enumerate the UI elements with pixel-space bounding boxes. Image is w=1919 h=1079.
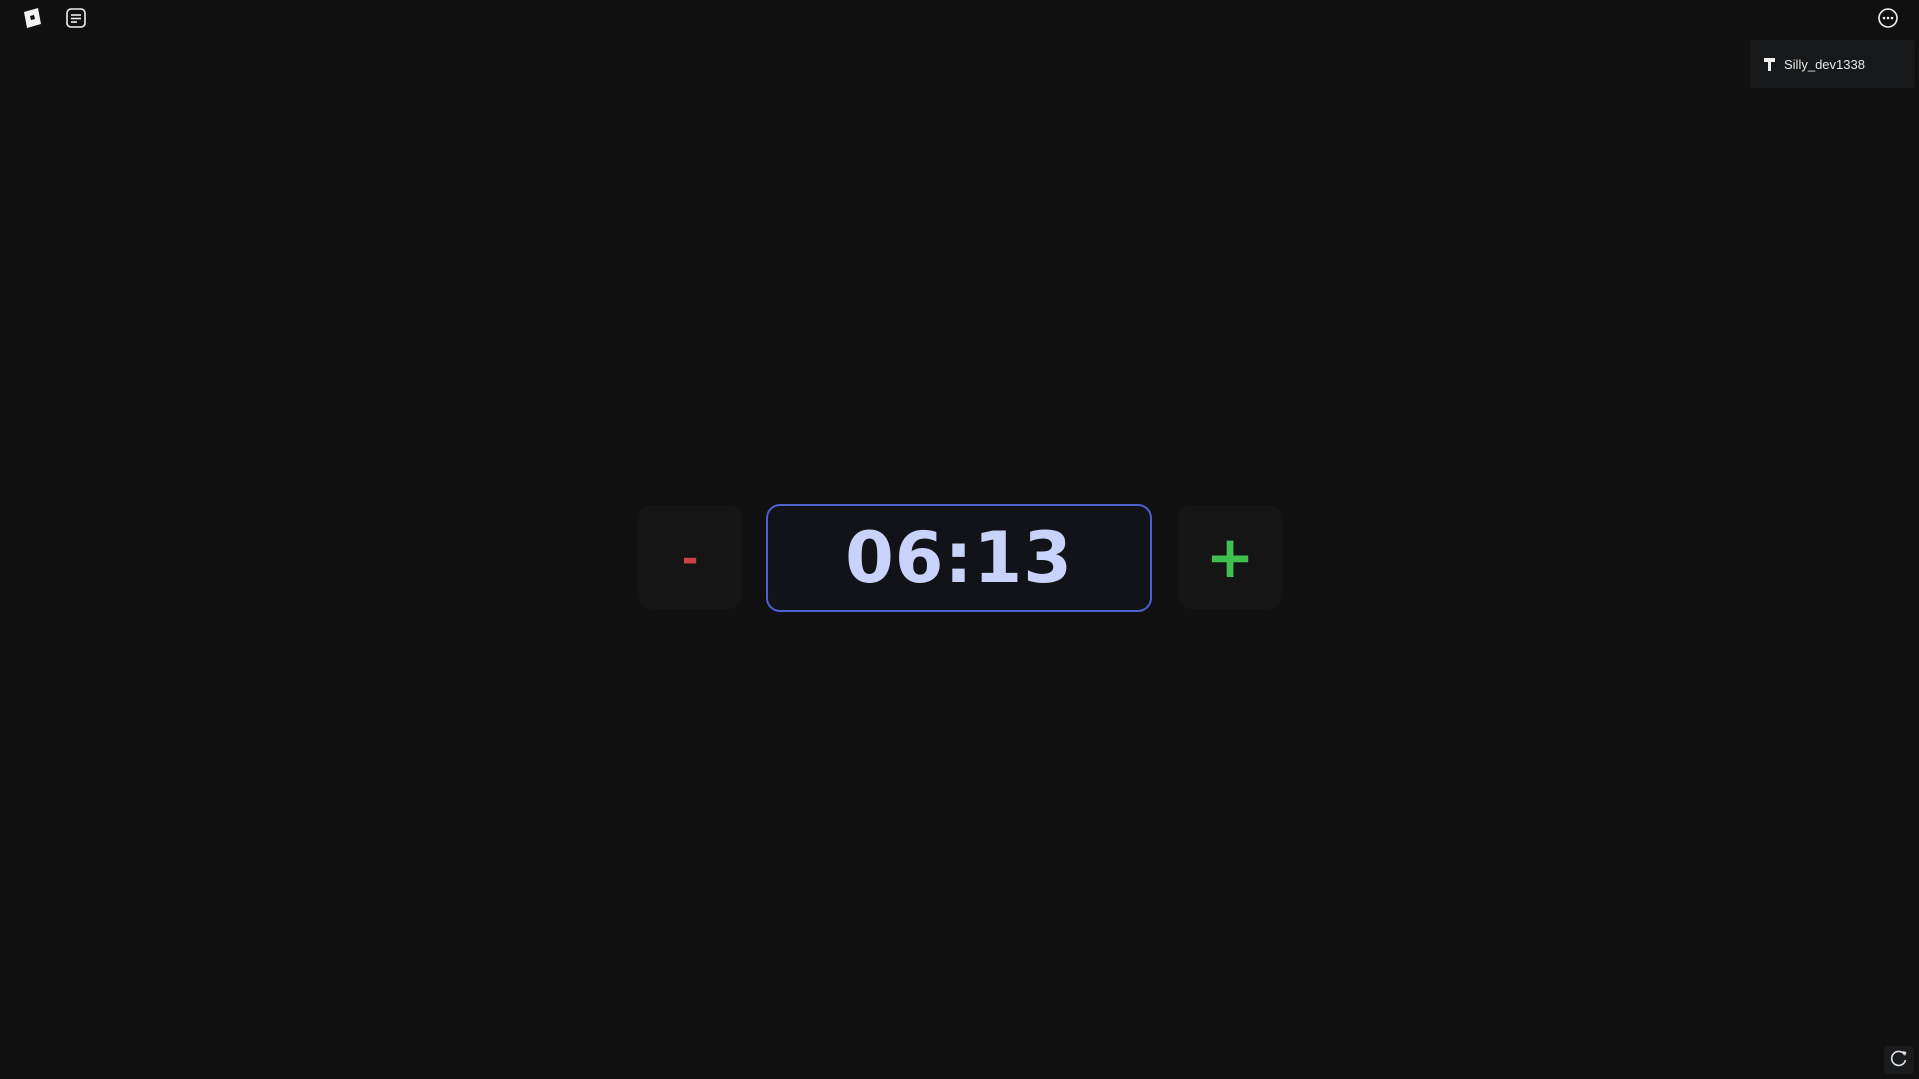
- timer-display: 06:13: [766, 504, 1152, 612]
- more-menu-button[interactable]: [1872, 6, 1904, 34]
- chat-icon: [65, 7, 87, 33]
- chat-button[interactable]: [60, 6, 92, 34]
- minus-label: -: [681, 536, 699, 582]
- timer-value: 06:13: [845, 517, 1073, 599]
- timer-control: - 06:13 +: [638, 504, 1282, 612]
- player-name: Silly_dev1338: [1784, 56, 1865, 72]
- refresh-icon: [1889, 1048, 1909, 1072]
- increase-time-button[interactable]: +: [1178, 505, 1282, 609]
- plus-label: +: [1205, 523, 1255, 591]
- developer-hammer-icon: [1762, 56, 1778, 72]
- roblox-logo-icon: [20, 6, 44, 34]
- roblox-menu-button[interactable]: [16, 6, 48, 34]
- decrease-time-button[interactable]: -: [638, 505, 742, 609]
- player-list: Silly_dev1338: [1750, 40, 1915, 88]
- refresh-button[interactable]: [1884, 1046, 1914, 1074]
- player-list-item[interactable]: Silly_dev1338: [1750, 40, 1915, 88]
- more-icon: [1877, 7, 1899, 33]
